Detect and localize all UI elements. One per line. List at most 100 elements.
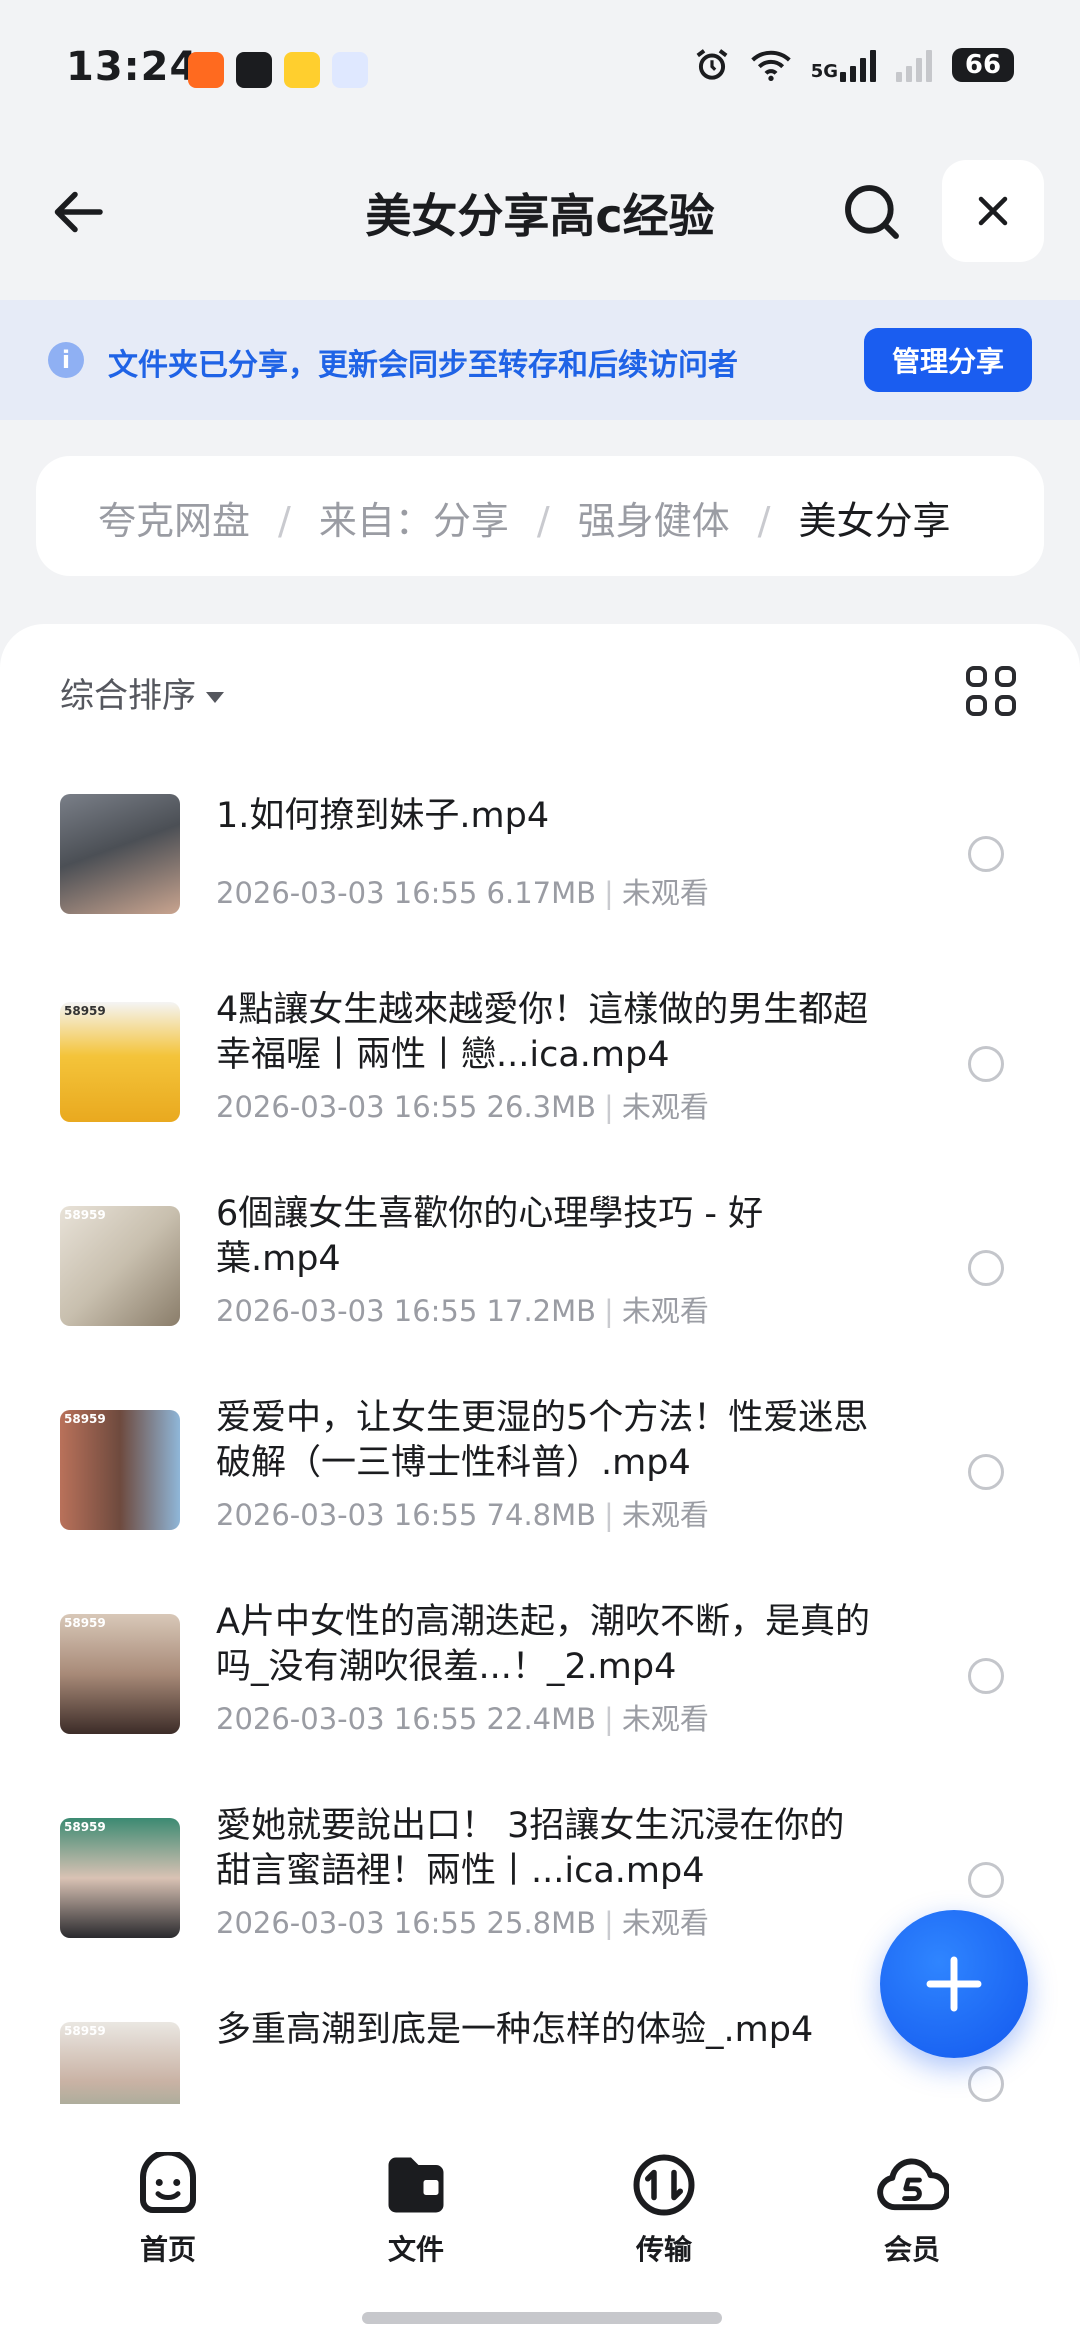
file-meta: 2026-03-03 16:55 26.3MB | 未观看 <box>216 1090 709 1124</box>
battery-icon: 66 <box>952 48 1014 82</box>
video-thumbnail: 58959 <box>60 1410 180 1530</box>
manage-share-button[interactable]: 管理分享 <box>864 328 1032 392</box>
nav-home[interactable]: 首页 <box>88 2149 248 2268</box>
file-name: A片中女性的高潮迭起，潮吹不断，是真的吗_没有潮吹很羞...！_2.mp4 <box>216 1602 870 1687</box>
signal-2-icon <box>896 48 932 82</box>
search-icon[interactable] <box>840 180 904 244</box>
file-item[interactable]: 58959 A片中女性的高潮迭起，潮吹不断，是真的吗_没有潮吹很羞...！_2.… <box>0 1600 1080 1780</box>
network-type: 5G <box>810 61 838 82</box>
genflow-app-icon <box>332 52 368 88</box>
plus-icon <box>926 1956 982 2012</box>
file-item[interactable]: 1.如何撩到妹子.mp4 2026-03-03 16:55 6.17MB | 未观看 <box>0 784 1080 964</box>
thumbnail-tag: 58959 <box>64 1616 106 1630</box>
select-radio[interactable] <box>968 2066 1004 2102</box>
file-status: 未观看 <box>621 1294 709 1328</box>
header: 美女分享高c经验 <box>0 160 1080 262</box>
page-title: 美女分享高c经验 <box>365 189 715 243</box>
close-button[interactable] <box>942 160 1044 262</box>
breadcrumb-separator: / <box>757 499 771 543</box>
sort-dropdown[interactable]: 综合排序 <box>60 668 224 717</box>
file-meta: 2026-03-03 16:55 17.2MB | 未观看 <box>216 1294 709 1328</box>
select-radio[interactable] <box>968 836 1004 872</box>
cloud-s-icon <box>877 2158 951 2211</box>
file-meta: 2026-03-03 16:55 22.4MB | 未观看 <box>216 1702 709 1736</box>
home-indicator[interactable] <box>362 2312 722 2324</box>
sort-label: 综合排序 <box>60 676 196 716</box>
file-size: 6.17MB <box>486 876 597 910</box>
select-radio[interactable] <box>968 1658 1004 1694</box>
bottom-nav: 首页 文件 传输 会员 <box>0 2104 1080 2344</box>
taobao-app-icon <box>188 52 224 88</box>
file-size: 17.2MB <box>486 1294 597 1328</box>
file-name: 爱爱中，让女生更湿的5个方法！性爱迷思破解（一三博士性科普）.mp4 <box>216 1398 869 1483</box>
add-button[interactable] <box>880 1910 1028 2058</box>
file-size: 74.8MB <box>486 1498 597 1532</box>
file-name: 1.如何撩到妹子.mp4 <box>216 796 550 836</box>
folder-icon <box>388 2157 444 2213</box>
file-name: 4點讓女生越來越愛你！這樣做的男生都超幸福喔丨兩性丨戀...ica.mp4 <box>216 990 869 1075</box>
file-date: 2026-03-03 16:55 <box>216 1294 478 1328</box>
nav-label: 会员 <box>883 2233 940 2266</box>
file-name: 多重高潮到底是一种怎样的体验_.mp4 <box>216 2010 814 2050</box>
battery-level: 66 <box>964 50 1002 80</box>
file-date: 2026-03-03 16:55 <box>216 1090 478 1124</box>
file-status: 未观看 <box>621 1906 709 1940</box>
select-radio[interactable] <box>968 1250 1004 1286</box>
caret-down-icon <box>206 692 224 703</box>
video-thumbnail: 58959 <box>60 1002 180 1122</box>
grid-view-icon[interactable] <box>966 666 1016 716</box>
signal-icon <box>840 48 876 82</box>
file-size: 25.8MB <box>486 1906 597 1940</box>
share-banner-text: 文件夹已分享，更新会同步至转存和后续访问者 <box>108 348 738 383</box>
breadcrumb-separator: / <box>536 499 550 543</box>
file-meta: 2026-03-03 16:55 6.17MB | 未观看 <box>216 876 709 910</box>
video-thumbnail: 58959 <box>60 1206 180 1326</box>
close-icon <box>978 196 1008 226</box>
nav-label: 首页 <box>139 2233 196 2266</box>
clock: 13:24 <box>66 44 199 90</box>
file-meta: 2026-03-03 16:55 25.8MB | 未观看 <box>216 1906 709 1940</box>
wifi-icon <box>750 50 791 81</box>
file-meta: 2026-03-03 16:55 74.8MB | 未观看 <box>216 1498 709 1532</box>
breadcrumb-item[interactable]: 夸克网盘 <box>98 499 250 543</box>
nav-label: 传输 <box>635 2233 692 2266</box>
nav-transfer[interactable]: 传输 <box>584 2152 744 2268</box>
nav-label: 文件 <box>387 2233 444 2266</box>
file-name: 6個讓女生喜歡你的心理學技巧 - 好葉.mp4 <box>216 1194 764 1279</box>
file-date: 2026-03-03 16:55 <box>216 1702 478 1736</box>
video-thumbnail: 58959 <box>60 2022 180 2104</box>
thumbnail-tag: 58959 <box>64 1208 106 1222</box>
share-banner: i 文件夹已分享，更新会同步至转存和后续访问者 管理分享 <box>0 300 1080 420</box>
file-date: 2026-03-03 16:55 <box>216 876 478 910</box>
notification-icons <box>188 52 368 88</box>
nav-membership[interactable]: 会员 <box>832 2152 992 2268</box>
breadcrumb-current: 美女分享 <box>798 499 951 543</box>
select-radio[interactable] <box>968 1862 1004 1898</box>
file-size: 26.3MB <box>486 1090 597 1124</box>
file-item[interactable]: 58959 4點讓女生越來越愛你！這樣做的男生都超幸福喔丨兩性丨戀...ica.… <box>0 988 1080 1168</box>
breadcrumb-separator: / <box>278 499 291 543</box>
breadcrumb-item[interactable]: 来自：分享 <box>319 499 509 543</box>
video-thumbnail: 58959 <box>60 1818 180 1938</box>
thumbnail-tag: 58959 <box>64 1004 106 1018</box>
select-radio[interactable] <box>968 1454 1004 1490</box>
thumbnail-tag: 58959 <box>64 1412 106 1426</box>
file-list-panel: 综合排序 1.如何撩到妹子.mp4 2026-03-03 16:55 6.17M… <box>0 624 1080 2104</box>
thumbnail-tag: 58959 <box>64 2024 106 2038</box>
breadcrumb: 夸克网盘 / 来自：分享 / 强身健体 / 美女分享 <box>36 456 1044 576</box>
nav-files[interactable]: 文件 <box>336 2152 496 2268</box>
alarm-icon <box>696 49 728 80</box>
file-status: 未观看 <box>621 1702 709 1736</box>
select-radio[interactable] <box>968 1046 1004 1082</box>
video-thumbnail: 58959 <box>60 1614 180 1734</box>
file-date: 2026-03-03 16:55 <box>216 1498 478 1532</box>
dewu-app-icon <box>236 52 272 88</box>
file-status: 未观看 <box>621 1498 709 1532</box>
file-date: 2026-03-03 16:55 <box>216 1906 478 1940</box>
thumbnail-tag: 58959 <box>64 1820 106 1834</box>
file-item[interactable]: 58959 爱爱中，让女生更湿的5个方法！性爱迷思破解（一三博士性科普）.mp4… <box>0 1396 1080 1576</box>
file-item[interactable]: 58959 6個讓女生喜歡你的心理學技巧 - 好葉.mp4 2026-03-03… <box>0 1192 1080 1372</box>
file-name: 愛她就要說出口！ 3招讓女生沉浸在你的甜言蜜語裡！兩性丨...ica.mp4 <box>216 1806 845 1891</box>
file-status: 未观看 <box>621 1090 709 1124</box>
breadcrumb-item[interactable]: 强身健体 <box>578 499 730 543</box>
